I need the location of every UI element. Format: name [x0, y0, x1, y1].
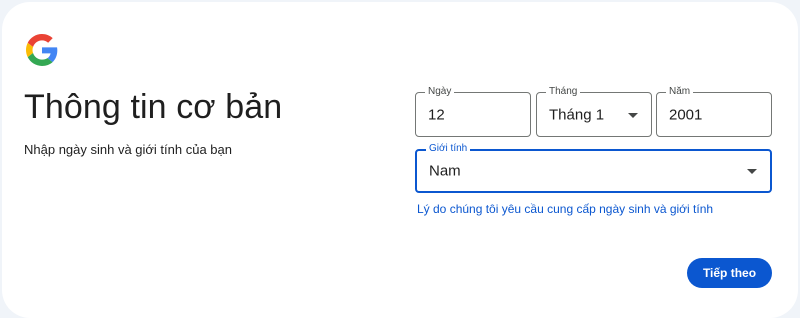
google-g-icon — [26, 34, 58, 66]
chevron-down-icon — [747, 169, 757, 174]
day-field-value: 12 — [428, 106, 445, 123]
gender-select-label: Giới tính — [426, 143, 471, 155]
day-field-label: Ngày — [425, 86, 455, 98]
year-field[interactable]: Năm 2001 — [656, 86, 772, 137]
gender-select-value: Nam — [429, 162, 461, 180]
next-button[interactable]: Tiếp theo — [687, 258, 772, 288]
page-title: Thông tin cơ bản — [24, 88, 283, 126]
month-select[interactable]: Tháng Tháng 1 — [536, 86, 652, 137]
page-subtitle: Nhập ngày sinh và giới tính của bạn — [24, 142, 232, 157]
gender-select[interactable]: Giới tính Nam — [415, 143, 772, 193]
year-field-value: 2001 — [669, 106, 703, 123]
day-field[interactable]: Ngày 12 — [415, 86, 531, 137]
month-select-label: Tháng — [546, 86, 581, 98]
chevron-down-icon — [628, 112, 638, 118]
signup-card: Thông tin cơ bản Nhập ngày sinh và giới … — [2, 2, 798, 318]
year-field-label: Năm — [666, 86, 694, 98]
why-birthdate-gender-link[interactable]: Lý do chúng tôi yêu cầu cung cấp ngày si… — [417, 202, 713, 216]
month-select-value: Tháng 1 — [549, 106, 605, 123]
